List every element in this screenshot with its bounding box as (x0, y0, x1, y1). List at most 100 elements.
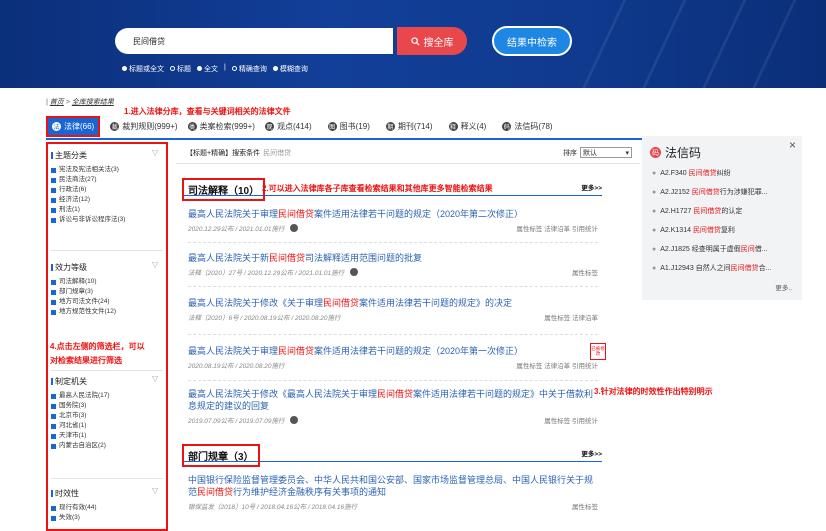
collapse-arrow-icon[interactable]: ▽ (152, 487, 161, 495)
result-title[interactable]: 最高人民法院关于新民间借贷司法解释适用范围问题的批复 (188, 252, 598, 264)
code-item[interactable]: ● A2.H1727 民间借贷的认定 (652, 206, 797, 225)
section-title[interactable]: 司法解释（10） (182, 178, 266, 201)
faxin-code-panel: 码法信码 × ● A2.F340 民间借贷纠纷 ● A2.J2152 民间借贷行为涉… (642, 136, 802, 300)
breadcrumb-current[interactable]: 全库搜索结果 (72, 99, 114, 106)
bullet-icon (51, 177, 56, 183)
tab-books[interactable]: 图图书(19) (327, 121, 370, 132)
journal-icon: 期 (385, 121, 395, 131)
bullet-icon (51, 187, 56, 193)
option-fulltext[interactable]: 全文 (197, 64, 218, 74)
filter-item[interactable]: 天津市(1) (51, 431, 163, 441)
bullet-icon (51, 505, 56, 511)
option-fuzzy[interactable]: 模糊查询 (272, 64, 308, 74)
code-item[interactable]: ● A2.J2152 民间借贷行为涉嫌犯罪... (652, 187, 797, 206)
filter-item[interactable]: 现行有效(44) (51, 503, 163, 513)
search-query[interactable]: 民间借贷 (133, 36, 165, 47)
bullet-icon (51, 207, 56, 213)
sort-select[interactable]: 默认 ▾ (580, 147, 632, 158)
breadcrumb: | 首页 > 全库搜索结果 (46, 99, 114, 106)
filter-group-subject: 主题分类 ▽ 宪法及宪法相关法(3) 民法商法(27) 行政法(6) 经济法(1… (51, 149, 163, 225)
result-tags[interactable]: 属性标签 引用统计 (544, 415, 598, 425)
tab-opinions[interactable]: 观观点(414) (264, 121, 312, 132)
result-tags[interactable]: 属性标签 (572, 501, 598, 511)
result-meta: 2019.07.09公布 / 2019.07.09施行 属性标签 引用统计 (188, 415, 598, 425)
filter-group-title[interactable]: 效力等级 (51, 262, 163, 273)
tab-judgment-rules[interactable]: 裁裁判规则(999+) (110, 121, 178, 132)
bullet-icon (51, 279, 56, 285)
filter-item[interactable]: 诉讼与非诉讼程序法(3) (51, 215, 163, 225)
result-meta: 法释〔2020〕6号 / 2020.08.19公布 / 2020.08.20施行… (188, 312, 598, 322)
filter-group-title[interactable]: 主题分类 (51, 150, 163, 161)
result-tags[interactable]: 属性标签 法律沿革 (544, 312, 598, 322)
filter-item[interactable]: 行政法(6) (51, 185, 163, 195)
more-link[interactable]: 更多>> (581, 448, 602, 458)
collapse-arrow-icon[interactable]: ▽ (152, 375, 161, 383)
result-title[interactable]: 中国银行保险监督管理委员会、中华人民共和国公安部、国家市场监督管理总局、中国人民… (188, 474, 598, 498)
result-tags[interactable]: 属性标签 法律沿革 引用统计 (516, 360, 598, 370)
tab-interpretations[interactable]: 释释义(4) (448, 121, 486, 132)
collapse-arrow-icon[interactable]: ▽ (152, 149, 161, 157)
decor-stripe (737, 0, 806, 88)
filter-item[interactable]: 地方司法文件(24) (51, 297, 163, 307)
collapse-arrow-icon[interactable]: ▽ (152, 261, 161, 269)
filter-group-title[interactable]: 制定机关 (51, 376, 163, 387)
amended-stamp: 已被修改 (590, 343, 606, 360)
sort-control: 排序 默认 ▾ (563, 147, 632, 158)
close-icon[interactable]: × (789, 138, 796, 152)
bullet-icon (51, 433, 56, 439)
annotation-2: 2.可以进入法律库各子库查看检索结果和其他库更多智能检索结果 (262, 184, 493, 193)
search-all-button[interactable]: 搜全库 (397, 27, 467, 55)
result-tags[interactable]: 属性标签 法律沿革 引用统计 (516, 223, 598, 233)
section-title[interactable]: 部门规章（3） (182, 444, 260, 467)
bullet-icon (51, 443, 56, 449)
filter-group-level: 效力等级 ▽ 司法解释(10) 部门规章(3) 地方司法文件(24) 地方规范性… (51, 261, 163, 317)
search-in-results-button[interactable]: 结果中检索 (492, 26, 572, 56)
tab-journals[interactable]: 期期刊(714) (385, 121, 433, 132)
filter-item[interactable]: 刑法(1) (51, 205, 163, 215)
breadcrumb-home[interactable]: 首页 (50, 99, 64, 106)
code-item[interactable]: ● A2.K1314 民间借贷复利 (652, 225, 797, 244)
search-input[interactable]: 民间借贷 (115, 28, 393, 54)
result-title[interactable]: 最高人民法院关于审理民间借贷案件适用法律若干问题的规定（2020年第二次修正） (188, 208, 598, 220)
filter-item[interactable]: 内蒙古自治区(2) (51, 441, 163, 451)
result-title[interactable]: 最高人民法院关于审理民间借贷案件适用法律若干问题的规定（2020年第一次修正） (188, 345, 598, 357)
filter-group-title[interactable]: 时效性 (51, 488, 163, 499)
result-meta: 银保监发〔2018〕10号 / 2018.04.16公布 / 2018.04.1… (188, 501, 598, 511)
judgment-icon: 裁 (110, 121, 120, 131)
more-link[interactable]: 更多.. (775, 282, 792, 292)
annotation-4: 4.点击左侧的筛选栏，可以 对检索结果进行筛选 (50, 342, 145, 365)
result-item: 中国银行保险监督管理委员会、中华人民共和国公安部、国家市场监督管理总局、中国人民… (188, 474, 598, 511)
bullet-icon (51, 393, 56, 399)
result-title[interactable]: 最高人民法院关于修改《关于审理民间借贷案件适用法律若干问题的规定》的决定 (188, 297, 598, 309)
filter-item[interactable]: 河北省(1) (51, 421, 163, 431)
filter-item[interactable]: 最高人民法院(17) (51, 391, 163, 401)
tab-similar-cases[interactable]: 类类案检索(999+) (187, 121, 255, 132)
filter-item[interactable]: 民法商法(27) (51, 175, 163, 185)
code-item[interactable]: ● A2.F340 民间借贷纠纷 (652, 168, 797, 187)
filter-item[interactable]: 经济法(12) (51, 195, 163, 205)
option-exact[interactable]: 精确查询 (231, 64, 267, 74)
option-title[interactable]: 标题 (170, 64, 191, 74)
filter-item[interactable]: 地方规范性文件(12) (51, 307, 163, 317)
opinion-icon: 观 (264, 121, 274, 131)
filter-item[interactable]: 国务院(3) (51, 401, 163, 411)
decor-stripe (627, 0, 696, 88)
filter-item[interactable]: 司法解释(10) (51, 277, 163, 287)
result-item: 最高人民法院关于审理民间借贷案件适用法律若干问题的规定（2020年第一次修正） … (188, 345, 598, 370)
filter-item[interactable]: 宪法及宪法相关法(3) (51, 165, 163, 175)
more-link[interactable]: 更多>> (581, 182, 602, 192)
result-title[interactable]: 最高人民法院关于修改《最高人民法院关于审理民间借贷案件适用法律若干问题的规定》中… (188, 388, 598, 412)
tab-law[interactable]: 法法律(66) (46, 115, 101, 137)
code-item[interactable]: ● A2.J1825 经查明属于虚假民间借... (652, 244, 797, 263)
bullet-icon (51, 217, 56, 223)
filter-item[interactable]: 部门规章(3) (51, 287, 163, 297)
code-item[interactable]: ● A1.J12943 自然人之间民间借贷合... (652, 263, 797, 282)
result-tags[interactable]: 属性标签 (572, 267, 598, 277)
filter-item[interactable]: 北京市(3) (51, 411, 163, 421)
tab-faxin-code[interactable]: 码法信码(78) (502, 121, 553, 132)
bullet-icon (51, 289, 56, 295)
search-icon (410, 36, 420, 46)
radio-checked-icon (197, 66, 202, 71)
filter-item[interactable]: 失效(3) (51, 513, 163, 523)
option-title-or-full[interactable]: 标题或全文 (122, 64, 164, 74)
